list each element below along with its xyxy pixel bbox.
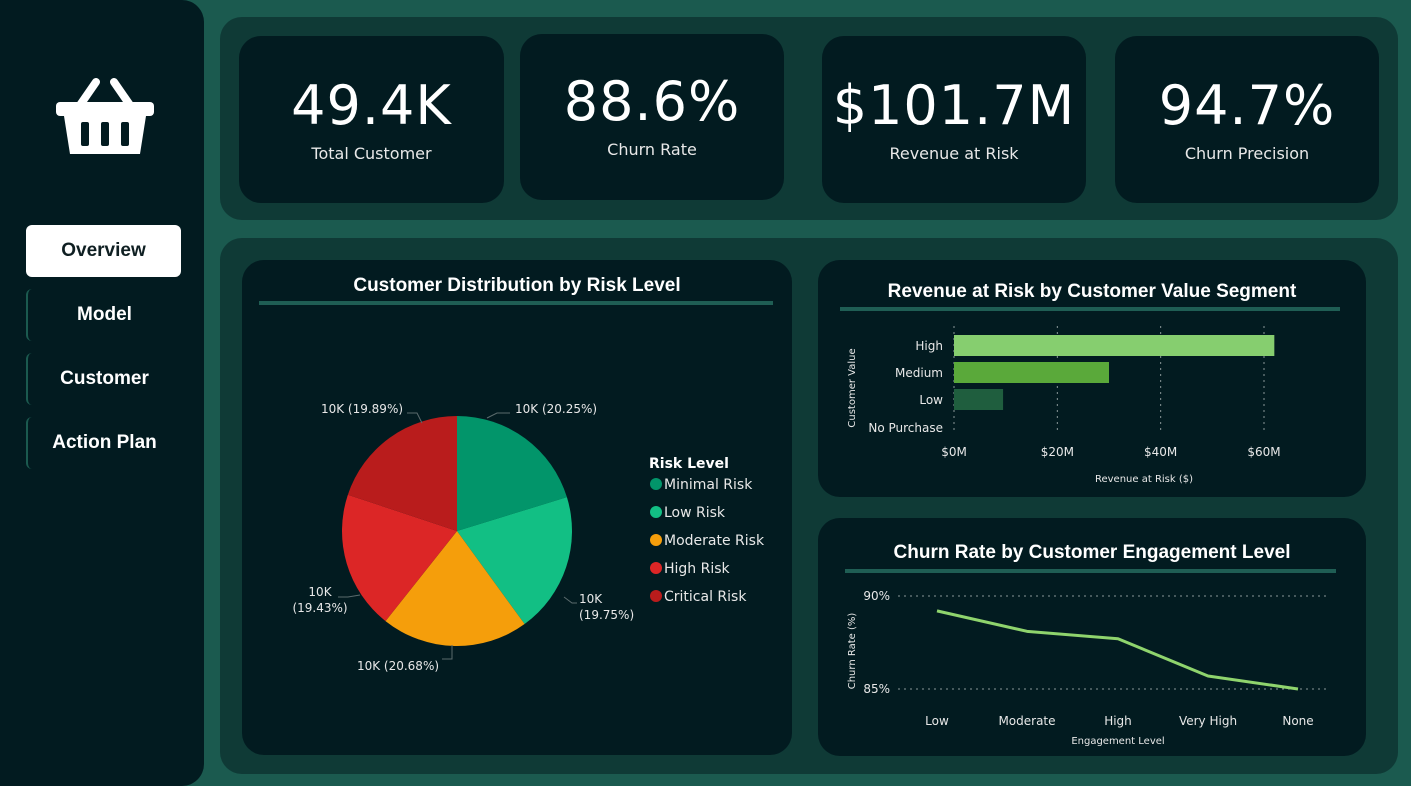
y-category-label: No Purchase: [868, 421, 943, 435]
pie-data-label: 10K: [308, 585, 332, 599]
x-category-label: None: [1282, 714, 1313, 728]
kpi-card-churn-precision: 94.7% Churn Precision: [1115, 36, 1379, 203]
x-category-label: Low: [925, 714, 949, 728]
pie-label-leader: [563, 596, 577, 604]
legend-title: Risk Level: [649, 456, 729, 472]
x-category-label: Very High: [1179, 714, 1237, 728]
x-tick-label: $0M: [941, 445, 967, 459]
y-axis-label: Churn Rate (%): [847, 613, 858, 690]
pie-data-label: 10K (19.89%): [321, 402, 403, 416]
x-category-label: High: [1104, 714, 1132, 728]
x-category-label: Moderate: [998, 714, 1055, 728]
pie-label-leader: [442, 645, 453, 660]
y-axis-label: Customer Value: [847, 348, 858, 427]
x-axis-label: Engagement Level: [1071, 736, 1164, 747]
bar-chart-card: Revenue at Risk by Customer Value Segmen…: [818, 260, 1366, 497]
pie-data-label: 10K (20.68%): [357, 659, 439, 673]
x-tick-label: $40M: [1144, 445, 1177, 459]
nav-item-action-plan[interactable]: Action Plan: [26, 417, 181, 469]
legend-marker: [650, 590, 662, 602]
charts-panel: Customer Distribution by Risk Level Risk…: [220, 238, 1398, 774]
bar-medium: [954, 362, 1109, 383]
y-tick-label: 90%: [863, 589, 890, 603]
kpi-label: Total Customer: [311, 144, 432, 163]
kpi-panel: 49.4K Total Customer 88.6% Churn Rate $1…: [220, 17, 1398, 220]
kpi-card-total-customer: 49.4K Total Customer: [239, 36, 504, 203]
legend-marker: [650, 534, 662, 546]
y-category-label: High: [915, 339, 943, 353]
line-chart: 90% 85% Low Moderate High Very High None Engage…: [847, 589, 1328, 747]
x-tick-label: $60M: [1247, 445, 1280, 459]
kpi-label: Churn Precision: [1184, 144, 1310, 163]
y-category-label: Medium: [895, 366, 943, 380]
bar-low: [954, 389, 1004, 410]
legend-marker: [650, 478, 662, 490]
nav-item-customer[interactable]: Customer: [26, 353, 181, 405]
line-chart-card: Churn Rate by Customer Engagement Level …: [818, 518, 1366, 756]
legend-item: Critical Risk: [664, 589, 747, 605]
x-tick-label: $20M: [1041, 445, 1074, 459]
pie-data-label: 10K (20.25%): [515, 402, 597, 416]
kpi-card-revenue-at-risk: $101.7M Revenue at Risk: [822, 36, 1086, 203]
legend-item: Low Risk: [664, 505, 726, 521]
kpi-card-churn-rate: 88.6% Churn Rate: [520, 34, 784, 200]
pie-label-leader: [486, 412, 510, 419]
legend-item: Moderate Risk: [664, 533, 765, 549]
pie-data-label: 10K: [579, 592, 603, 606]
kpi-value: 88.6%: [563, 70, 741, 133]
pie-label-leader: [407, 412, 423, 424]
kpi-label: Revenue at Risk: [889, 144, 1019, 163]
pie-chart-card: Customer Distribution by Risk Level Risk…: [242, 260, 792, 755]
legend-item: High Risk: [664, 561, 731, 577]
pie-chart: Risk Level Minimal Risk Low Risk Moderate …: [292, 402, 765, 673]
kpi-value: 49.4K: [291, 74, 452, 137]
kpi-value: 94.7%: [1158, 74, 1336, 137]
y-tick-label: 85%: [863, 682, 890, 696]
shopping-basket-icon: [56, 78, 154, 154]
pie-data-label: (19.43%): [292, 601, 347, 615]
churn-rate-line: [936, 609, 1299, 691]
legend-marker: [650, 506, 662, 518]
x-axis-label: Revenue at Risk ($): [1095, 474, 1193, 485]
pie-label-leader: [338, 594, 361, 598]
legend-marker: [650, 562, 662, 574]
nav-item-model[interactable]: Model: [26, 289, 181, 341]
y-category-label: Low: [919, 393, 943, 407]
bar-chart: $0M $20M $40M $60M High Medium Low No Purchase R…: [847, 326, 1281, 485]
sidebar: Overview Model Customer Action Plan: [0, 0, 204, 786]
nav-item-overview[interactable]: Overview: [26, 225, 181, 277]
kpi-label: Churn Rate: [607, 140, 697, 159]
legend-item: Minimal Risk: [664, 477, 753, 493]
kpi-value: $101.7M: [832, 74, 1076, 137]
bar-high: [954, 335, 1275, 356]
pie-data-label: (19.75%): [579, 608, 634, 622]
